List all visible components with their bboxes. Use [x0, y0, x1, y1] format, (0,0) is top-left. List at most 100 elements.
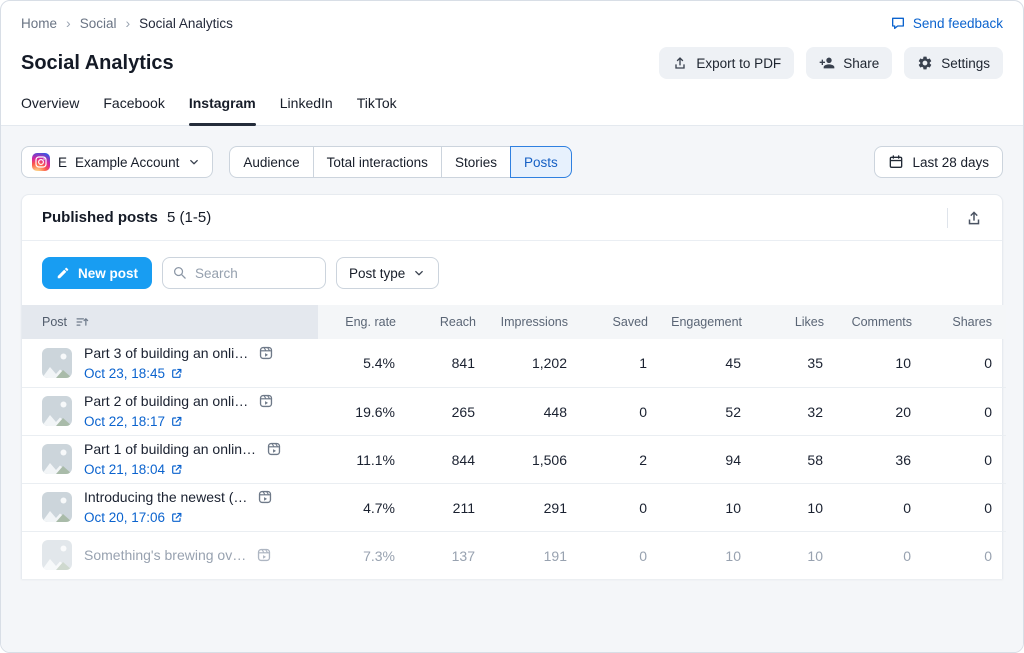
top-bar: Home › Social › Social Analytics Send fe… [1, 1, 1023, 45]
cell-impressions: 1,506 [476, 435, 568, 483]
tab-instagram[interactable]: Instagram [189, 91, 256, 125]
post-date-link[interactable]: Oct 21, 18:04 [84, 462, 282, 477]
cell-saved: 2 [568, 435, 648, 483]
tab-linkedin[interactable]: LinkedIn [280, 91, 333, 125]
cell-engagement: 94 [648, 435, 742, 483]
post-date-label: Oct 20, 17:06 [84, 510, 165, 525]
cell-engagement: 45 [648, 339, 742, 387]
post-thumbnail [42, 348, 72, 378]
breadcrumb-social[interactable]: Social [80, 16, 117, 31]
image-icon [42, 540, 72, 570]
column-header-saved: Saved [568, 305, 648, 339]
cell-engagement: 52 [648, 387, 742, 435]
post-thumbnail [42, 540, 72, 570]
cell-likes: 32 [742, 387, 824, 435]
post-title[interactable]: Part 2 of building an onli… [84, 393, 248, 409]
export-table-button[interactable] [962, 206, 986, 230]
cell-reach: 844 [396, 435, 476, 483]
cell-saved: 0 [568, 531, 648, 579]
cell-shares: 0 [912, 435, 1006, 483]
export-pdf-button[interactable]: Export to PDF [659, 47, 794, 79]
column-header-reach: Reach [396, 305, 476, 339]
send-feedback-label: Send feedback [913, 16, 1003, 31]
settings-label: Settings [941, 56, 990, 71]
account-selector[interactable]: E Example Account [21, 146, 213, 178]
segment-audience[interactable]: Audience [229, 146, 313, 178]
cell-saved: 0 [568, 387, 648, 435]
card-header: Published posts 5 (1-5) [22, 195, 1002, 241]
social-analytics-page: Home › Social › Social Analytics Send fe… [0, 0, 1024, 653]
card-count: 5 (1-5) [167, 209, 211, 226]
column-header-impressions: Impressions [476, 305, 568, 339]
image-icon [42, 396, 72, 426]
external-link-icon [170, 511, 183, 524]
table-row: Part 2 of building an onli… Oct 22, 18:1… [22, 387, 1006, 435]
account-name: Example Account [75, 155, 179, 170]
cell-reach: 137 [396, 531, 476, 579]
reel-icon [266, 441, 282, 457]
cell-comments: 0 [824, 483, 912, 531]
cell-likes: 58 [742, 435, 824, 483]
post-date-link[interactable]: Oct 23, 18:45 [84, 366, 274, 381]
post-date-label: Oct 23, 18:45 [84, 366, 165, 381]
post-title[interactable]: Part 1 of building an onlin… [84, 441, 256, 457]
divider [947, 208, 948, 228]
tab-tiktok[interactable]: TikTok [357, 91, 397, 125]
column-header-comments: Comments [824, 305, 912, 339]
post-title[interactable]: Part 3 of building an onli… [84, 345, 248, 361]
post-date-link[interactable]: Oct 20, 17:06 [84, 510, 273, 525]
segment-total-interactions[interactable]: Total interactions [313, 146, 442, 178]
cell-comments: 20 [824, 387, 912, 435]
reel-icon [257, 489, 273, 505]
page-title: Social Analytics [21, 52, 174, 75]
cell-likes: 35 [742, 339, 824, 387]
cell-comments: 10 [824, 339, 912, 387]
settings-button[interactable]: Settings [904, 47, 1003, 79]
post-title[interactable]: Something's brewing ov… [84, 547, 246, 563]
share-button[interactable]: Share [806, 47, 892, 79]
post-title[interactable]: Introducing the newest (… [84, 489, 247, 505]
column-header-post[interactable]: Post [22, 305, 318, 339]
image-icon [42, 348, 72, 378]
post-date-label: Oct 21, 18:04 [84, 462, 165, 477]
tab-facebook[interactable]: Facebook [103, 91, 164, 125]
cell-likes: 10 [742, 483, 824, 531]
calendar-icon [888, 154, 904, 170]
pencil-icon [56, 266, 70, 280]
posts-toolbar: New post Post type [22, 241, 1002, 305]
breadcrumb-home[interactable]: Home [21, 16, 57, 31]
segment-posts[interactable]: Posts [510, 146, 572, 178]
chat-icon [890, 15, 906, 31]
post-thumbnail [42, 444, 72, 474]
sort-icon [75, 315, 89, 329]
send-feedback-link[interactable]: Send feedback [890, 15, 1003, 31]
new-post-button[interactable]: New post [42, 257, 152, 289]
tab-overview[interactable]: Overview [21, 91, 79, 125]
new-post-label: New post [78, 266, 138, 281]
content-area: E Example Account Audience Total interac… [1, 126, 1023, 652]
view-segmented-control: Audience Total interactions Stories Post… [229, 146, 571, 178]
card-title: Published posts 5 (1-5) [42, 209, 211, 226]
published-posts-card: Published posts 5 (1-5) New post [21, 194, 1003, 579]
table-row: Part 3 of building an onli… Oct 23, 18:4… [22, 339, 1006, 387]
cell-comments: 0 [824, 531, 912, 579]
table-header-row: Post Eng. rate Reach Impressions Saved E… [22, 305, 1006, 339]
segment-stories[interactable]: Stories [441, 146, 511, 178]
post-thumbnail [42, 492, 72, 522]
card-header-actions [947, 206, 986, 230]
post-date-link[interactable]: Oct 22, 18:17 [84, 414, 274, 429]
cell-reach: 841 [396, 339, 476, 387]
cell-shares: 0 [912, 339, 1006, 387]
search-icon [172, 265, 187, 280]
external-link-icon [170, 367, 183, 380]
external-link-icon [170, 463, 183, 476]
cell-impressions: 1,202 [476, 339, 568, 387]
post-type-dropdown[interactable]: Post type [336, 257, 439, 289]
date-range-button[interactable]: Last 28 days [874, 146, 1003, 178]
tab-bar: Overview Facebook Instagram LinkedIn Tik… [1, 91, 1023, 126]
table-row: Something's brewing ov… 7.3% 137 191 0 1… [22, 531, 1006, 579]
cell-shares: 0 [912, 483, 1006, 531]
column-header-shares: Shares [912, 305, 1006, 339]
column-header-post-label: Post [42, 315, 67, 329]
post-date-label: Oct 22, 18:17 [84, 414, 165, 429]
